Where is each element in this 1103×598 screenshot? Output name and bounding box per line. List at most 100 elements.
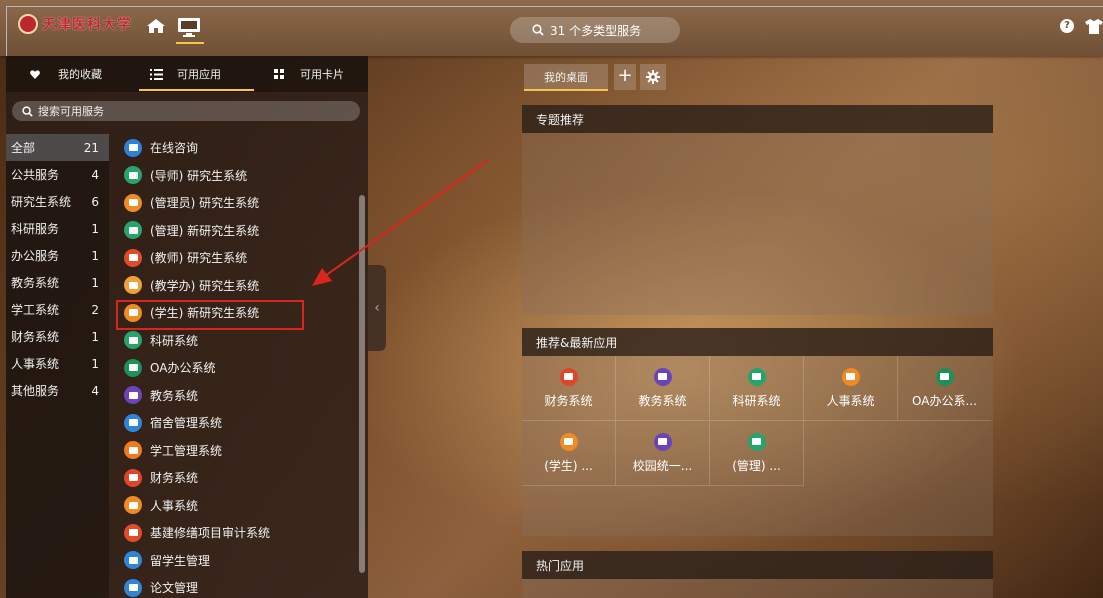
app-label: 科研系统 [150,333,199,348]
logo-seal-icon [18,14,38,34]
desktop-settings-button[interactable] [640,64,666,90]
app-item[interactable]: (教学办) 研究生系统 [118,272,358,300]
add-desktop-button[interactable]: + [614,64,636,90]
category-count: 21 [83,140,99,155]
people-icon [124,166,142,185]
category-count: 1 [91,356,99,371]
tab-available-apps[interactable]: 可用应用 [150,56,221,92]
app-label: (教学办) 研究生系统 [150,278,260,293]
recommend-app[interactable]: 财务系统 [522,356,616,421]
tab-favorites[interactable]: 我的收藏 [30,56,102,92]
list-icon [150,68,163,80]
hr-icon [124,496,142,515]
app-list-scrollbar[interactable] [359,195,365,573]
tab-my-desktop[interactable]: 我的桌面 [524,64,608,90]
category-label: 教务系统 [11,276,60,290]
app-label: 财务系统 [150,471,199,486]
shirt-icon[interactable] [1085,18,1103,34]
person-icon [124,193,142,212]
category-count: 2 [91,302,99,317]
home-icon[interactable] [146,18,166,34]
recommend-app-label: OA办公系... [912,393,977,408]
top-bar: 天津医科大学 31 个多类型服务 ? [0,0,1103,57]
collapse-panel-button[interactable]: ‹ [368,265,386,351]
people-icon [124,221,142,240]
category-item-research[interactable]: 科研服务 1 [6,215,109,242]
category-label: 全部 [11,141,36,155]
category-item-academic[interactable]: 教务系统 1 [6,269,109,296]
recommend-app-label: (学生) ... [544,458,593,473]
app-item[interactable]: (教师) 研究生系统 [118,244,358,272]
category-item-all[interactable]: 全部 21 [6,134,109,161]
category-item-public[interactable]: 公共服务 4 [6,161,109,188]
app-item[interactable]: 论文管理 [118,574,358,598]
gear-icon [646,70,660,84]
category-label: 公共服务 [11,168,60,182]
app-item[interactable]: 在线咨询 [118,134,358,162]
recommend-app-label: (管理) ... [732,458,781,473]
category-label: 财务系统 [11,330,60,344]
finance-icon [559,367,578,386]
tab-available-cards-label: 可用卡片 [300,68,344,81]
app-item[interactable]: 教务系统 [118,382,358,410]
student-icon [559,432,578,451]
recommend-app[interactable]: (学生) ... [522,421,616,486]
finance-icon [124,468,142,487]
hr-icon [841,367,860,386]
desktop-icon[interactable] [176,16,202,38]
hot-panel-body [522,579,993,598]
category-item-student-affairs[interactable]: 学工系统 2 [6,296,109,323]
app-item[interactable]: OA办公系统 [118,354,358,382]
category-label: 人事系统 [11,357,60,371]
heart-icon [30,69,40,79]
service-search-button[interactable]: 31 个多类型服务 [510,17,680,43]
recommend-app[interactable]: OA办公系... [898,356,991,421]
recommend-panel: 推荐&最新应用 财务系统 教务系统 科研系统 人事系统 OA办公系... (学生… [522,328,993,536]
shield-icon [653,432,672,451]
category-item-other[interactable]: 其他服务 4 [6,377,109,404]
app-item[interactable]: 科研系统 [118,327,358,355]
app-item[interactable]: 学工管理系统 [118,437,358,465]
construction-icon [124,523,142,542]
research-icon [747,367,766,386]
tab-active-indicator [139,89,254,91]
recommend-app-label: 人事系统 [826,393,875,408]
app-item[interactable]: (管理) 新研究生系统 [118,217,358,245]
recommend-app[interactable]: 人事系统 [804,356,898,421]
hot-panel: 热门应用 [522,551,993,598]
category-label: 学工系统 [11,303,60,317]
academic-icon [124,386,142,405]
recommend-app-label: 科研系统 [732,393,781,408]
student-affairs-icon [124,441,142,460]
category-item-office[interactable]: 办公服务 1 [6,242,109,269]
office-icon [935,367,954,386]
academic-icon [653,367,672,386]
university-logo[interactable]: 天津医科大学 [18,12,136,36]
help-icon[interactable]: ? [1060,19,1074,33]
category-item-hr[interactable]: 人事系统 1 [6,350,109,377]
recommend-app[interactable]: 教务系统 [616,356,710,421]
app-item[interactable]: 宿舍管理系统 [118,409,358,437]
app-item[interactable]: (导师) 研究生系统 [118,162,358,190]
people-icon [747,432,766,451]
app-item[interactable]: 人事系统 [118,492,358,520]
app-label: 人事系统 [150,498,199,513]
category-label: 办公服务 [11,249,60,263]
teacher-icon [124,248,142,267]
recommend-app[interactable]: 校园统一... [616,421,710,486]
category-item-finance[interactable]: 财务系统 1 [6,323,109,350]
category-label: 研究生系统 [11,195,72,209]
recommend-app[interactable]: (管理) ... [710,421,804,486]
service-search-input[interactable]: 搜索可用服务 [12,101,360,121]
app-item[interactable]: 基建修缮项目审计系统 [118,519,358,547]
app-item[interactable]: (管理员) 研究生系统 [118,189,358,217]
app-item[interactable]: 财务系统 [118,464,358,492]
category-item-graduate[interactable]: 研究生系统 6 [6,188,109,215]
plane-icon [124,551,142,570]
app-item[interactable]: 留学生管理 [118,547,358,575]
tab-available-cards[interactable]: 可用卡片 [274,56,344,92]
desktop-active-indicator [176,42,204,44]
recommend-app[interactable]: 科研系统 [710,356,804,421]
office-icon [124,358,142,377]
grid-icon [274,69,284,79]
